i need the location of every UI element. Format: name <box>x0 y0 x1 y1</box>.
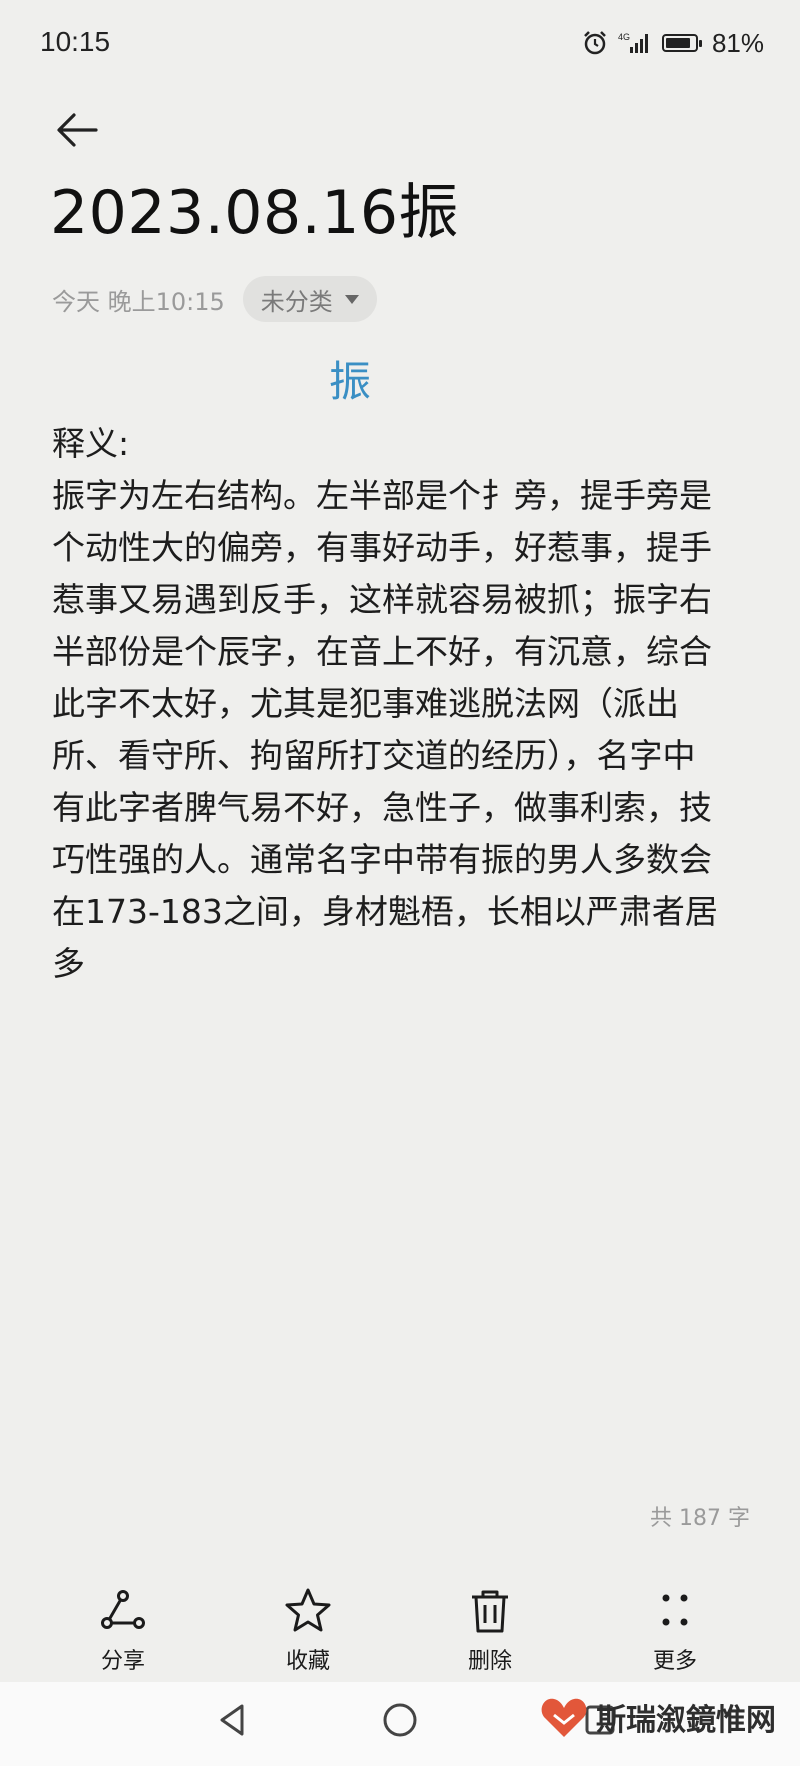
body-line: 个动性大的偏旁，有事好动手，好惹事，提手 <box>52 528 712 567</box>
share-button[interactable]: 分享 <box>63 1585 183 1685</box>
word-count: 共 187 字 <box>650 1506 750 1531</box>
more-dots-icon <box>662 1594 688 1626</box>
delete-button[interactable]: 删除 <box>430 1585 550 1685</box>
back-arrow-icon <box>57 113 98 147</box>
body-line: 巧性强的人。通常名字中带有振的男人多数会 <box>52 840 712 879</box>
note-meta: 今天 晚上10:15 未分类 <box>52 276 377 322</box>
favorite-button[interactable]: 收藏 <box>248 1585 368 1685</box>
category-label: 未分类 <box>260 287 333 316</box>
heart-logo-icon <box>541 1698 587 1737</box>
body-line: 释义: <box>52 424 130 463</box>
battery-icon <box>661 34 702 52</box>
delete-label: 删除 <box>467 1649 512 1674</box>
body-line: 有此字者脾气易不好，急性子，做事利索，技 <box>52 788 712 827</box>
note-body[interactable]: 释义: 振字为左右结构。左半部是个扌旁，提手旁是 个动性大的偏旁，有事好动手，好… <box>52 418 732 990</box>
body-line: 惹事又易遇到反手，这样就容易被抓；振字右 <box>52 580 712 619</box>
alarm-icon <box>584 31 606 55</box>
svg-text:4G: 4G <box>618 32 630 42</box>
watermark-text: 斯瑞溆鏡惟网 <box>596 1703 776 1738</box>
nav-back-icon[interactable] <box>212 1700 252 1740</box>
share-icon <box>101 1590 145 1629</box>
favorite-label: 收藏 <box>285 1649 330 1674</box>
body-line: 此字不太好，尤其是犯事难逃脱法网（派出 <box>52 684 679 723</box>
note-timestamp: 今天 晚上10:15 <box>52 287 225 316</box>
note-heading-char[interactable]: 振 <box>0 348 700 409</box>
status-icons: 4G 81% <box>582 26 764 60</box>
category-dropdown[interactable]: 未分类 <box>242 276 377 322</box>
status-bar: 10:15 4G 81% <box>0 0 800 88</box>
more-label: 更多 <box>652 1649 697 1674</box>
body-line: 多 <box>52 944 85 983</box>
signal-icon: 4G <box>618 32 648 53</box>
share-label: 分享 <box>100 1649 145 1674</box>
chevron-down-icon <box>344 294 359 304</box>
star-icon <box>285 1588 331 1632</box>
bottom-toolbar: 分享 收藏 删除 更多 <box>0 1585 800 1685</box>
trash-icon <box>472 1590 508 1633</box>
note-title[interactable]: 2023.08.16振 <box>50 180 459 246</box>
body-line: 在173-183之间，身材魁梧，长相以严肃者居 <box>52 892 718 931</box>
more-button[interactable]: 更多 <box>615 1585 735 1685</box>
nav-home-icon[interactable] <box>380 1700 420 1740</box>
watermark: 斯瑞溆鏡惟网 <box>540 1695 776 1739</box>
battery-level: 81% <box>711 27 764 58</box>
back-button[interactable] <box>48 100 108 160</box>
body-line: 所、看守所、拘留所打交道的经历），名字中 <box>52 736 696 775</box>
body-line: 振字为左右结构。左半部是个扌旁，提手旁是 <box>52 476 712 515</box>
body-line: 半部份是个辰字，在音上不好，有沉意，综合 <box>52 632 712 671</box>
status-time: 10:15 <box>40 26 111 57</box>
